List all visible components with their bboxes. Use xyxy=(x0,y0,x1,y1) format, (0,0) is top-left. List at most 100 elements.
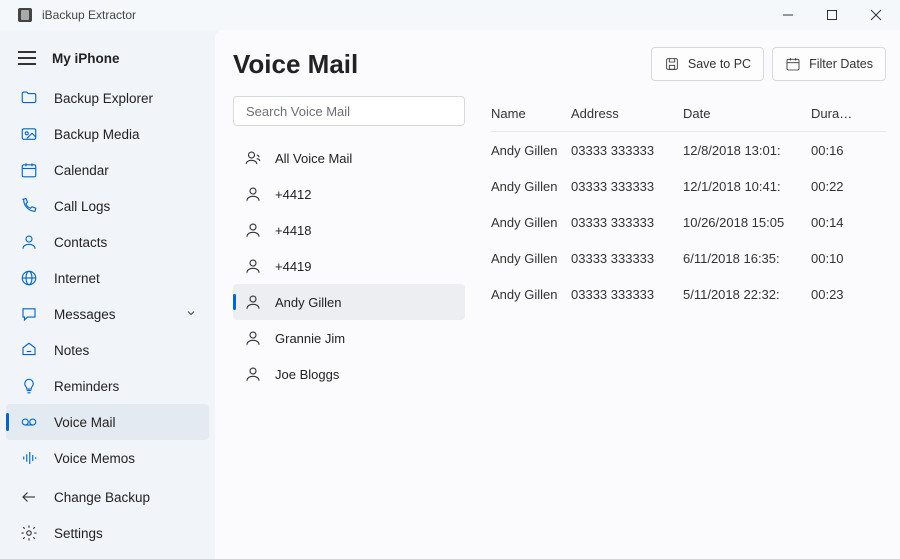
window-maximize-button[interactable] xyxy=(810,0,854,30)
save-button-label: Save to PC xyxy=(688,57,751,71)
contact-list-item[interactable]: All Voice Mail xyxy=(233,140,465,176)
cell-name: Andy Gillen xyxy=(491,143,571,158)
cell-address: 03333 333333 xyxy=(571,179,683,194)
contact-list-item[interactable]: +4412 xyxy=(233,176,465,212)
sidebar-footer-label: Change Backup xyxy=(54,490,150,505)
contact-label: Grannie Jim xyxy=(275,331,345,346)
filter-dates-button[interactable]: Filter Dates xyxy=(772,47,886,81)
contact-label: +4418 xyxy=(275,223,312,238)
save-to-pc-button[interactable]: Save to PC xyxy=(651,47,764,81)
globe-icon xyxy=(18,269,40,287)
search-voicemail-field[interactable] xyxy=(233,96,465,126)
cell-duration: 00:14 xyxy=(811,215,859,230)
col-name[interactable]: Name xyxy=(491,106,571,121)
contact-label: +4412 xyxy=(275,187,312,202)
sidebar-item-contacts[interactable]: Contacts xyxy=(0,224,215,260)
search-input[interactable] xyxy=(244,103,454,120)
person-icon xyxy=(241,148,265,168)
sidebar-header[interactable]: My iPhone xyxy=(0,40,215,76)
sidebar-item-label: Internet xyxy=(54,271,100,286)
window-close-button[interactable] xyxy=(854,0,898,30)
voicemail-contact-panel: All Voice Mail +4412 +4418 +4419 Andy Gillen… xyxy=(233,96,465,559)
chevron-down-icon xyxy=(185,307,197,322)
sidebar-item-notes[interactable]: Notes xyxy=(0,332,215,368)
sidebar-item-reminders[interactable]: Reminders xyxy=(0,368,215,404)
main-panel: Voice Mail Save to PC Filter Dates All V… xyxy=(215,30,900,559)
sidebar-item-backup-media[interactable]: Backup Media xyxy=(0,116,215,152)
gear-icon xyxy=(18,524,40,542)
cell-duration: 00:23 xyxy=(811,287,859,302)
sidebar-item-voice-memos[interactable]: Voice Memos xyxy=(0,440,215,476)
chat-icon xyxy=(18,305,40,323)
sidebar-item-label: Voice Mail xyxy=(54,415,116,430)
table-row[interactable]: Andy Gillen03333 33333312/1/2018 10:41:0… xyxy=(491,168,886,204)
page-title: Voice Mail xyxy=(233,49,643,80)
sidebar-item-label: Messages xyxy=(54,307,116,322)
sidebar-settings[interactable]: Settings xyxy=(0,515,215,551)
contact-list-item[interactable]: Joe Bloggs xyxy=(233,356,465,392)
notes-icon xyxy=(18,341,40,359)
sidebar-footer-label: Settings xyxy=(54,526,103,541)
person-icon xyxy=(241,328,265,348)
cell-name: Andy Gillen xyxy=(491,215,571,230)
contact-list-item[interactable]: Andy Gillen xyxy=(233,284,465,320)
cell-duration: 00:22 xyxy=(811,179,859,194)
contact-label: +4419 xyxy=(275,259,312,274)
sidebar-header-label: My iPhone xyxy=(52,51,120,66)
phone-icon xyxy=(18,197,40,215)
table-row[interactable]: Andy Gillen03333 3333336/11/2018 16:35:0… xyxy=(491,240,886,276)
contact-label: Joe Bloggs xyxy=(275,367,339,382)
cell-date: 5/11/2018 22:32: xyxy=(683,287,811,302)
col-duration[interactable]: Duration xyxy=(811,106,859,121)
sidebar-item-voice-mail[interactable]: Voice Mail xyxy=(6,404,209,440)
window-minimize-button[interactable] xyxy=(766,0,810,30)
voicemail-table: Name Address Date Duration Andy Gillen03… xyxy=(491,96,886,559)
sidebar-change-backup[interactable]: Change Backup xyxy=(0,479,215,515)
sidebar-item-messages[interactable]: Messages xyxy=(0,296,215,332)
sidebar-item-label: Calendar xyxy=(54,163,109,178)
cell-name: Andy Gillen xyxy=(491,179,571,194)
calendar-icon xyxy=(18,161,40,179)
cell-date: 12/8/2018 13:01: xyxy=(683,143,811,158)
person-icon xyxy=(241,364,265,384)
sidebar-item-internet[interactable]: Internet xyxy=(0,260,215,296)
contact-label: All Voice Mail xyxy=(275,151,352,166)
sidebar-item-label: Reminders xyxy=(54,379,119,394)
audio-icon xyxy=(18,449,40,467)
table-row[interactable]: Andy Gillen03333 33333310/26/2018 15:050… xyxy=(491,204,886,240)
cell-duration: 00:16 xyxy=(811,143,859,158)
cell-date: 6/11/2018 16:35: xyxy=(683,251,811,266)
save-icon xyxy=(664,56,680,72)
title-bar: iBackup Extractor xyxy=(0,0,900,30)
sidebar-item-backup-explorer[interactable]: Backup Explorer xyxy=(0,80,215,116)
sidebar-item-label: Backup Explorer xyxy=(54,91,153,106)
contact-list-item[interactable]: +4418 xyxy=(233,212,465,248)
person-icon xyxy=(241,256,265,276)
table-header-row: Name Address Date Duration xyxy=(491,96,886,132)
contact-list-item[interactable]: Grannie Jim xyxy=(233,320,465,356)
contact-label: Andy Gillen xyxy=(275,295,341,310)
lightbulb-icon xyxy=(18,377,40,395)
person-icon xyxy=(241,292,265,312)
contact-list-item[interactable]: +4419 xyxy=(233,248,465,284)
sidebar-item-call-logs[interactable]: Call Logs xyxy=(0,188,215,224)
table-row[interactable]: Andy Gillen03333 3333335/11/2018 22:32:0… xyxy=(491,276,886,312)
voicemail-icon xyxy=(18,413,40,431)
sidebar-item-calendar[interactable]: Calendar xyxy=(0,152,215,188)
image-icon xyxy=(18,125,40,143)
sidebar-item-label: Backup Media xyxy=(54,127,140,142)
col-date[interactable]: Date xyxy=(683,106,811,121)
cell-name: Andy Gillen xyxy=(491,251,571,266)
col-address[interactable]: Address xyxy=(571,106,683,121)
arrow-left-icon xyxy=(18,488,40,506)
app-title: iBackup Extractor xyxy=(42,8,136,22)
cell-name: Andy Gillen xyxy=(491,287,571,302)
cell-date: 10/26/2018 15:05 xyxy=(683,215,811,230)
table-row[interactable]: Andy Gillen03333 33333312/8/2018 13:01:0… xyxy=(491,132,886,168)
person-icon xyxy=(18,233,40,251)
filter-button-label: Filter Dates xyxy=(809,57,873,71)
person-icon xyxy=(241,184,265,204)
sidebar-item-label: Voice Memos xyxy=(54,451,135,466)
hamburger-icon xyxy=(18,51,36,65)
cell-address: 03333 333333 xyxy=(571,287,683,302)
